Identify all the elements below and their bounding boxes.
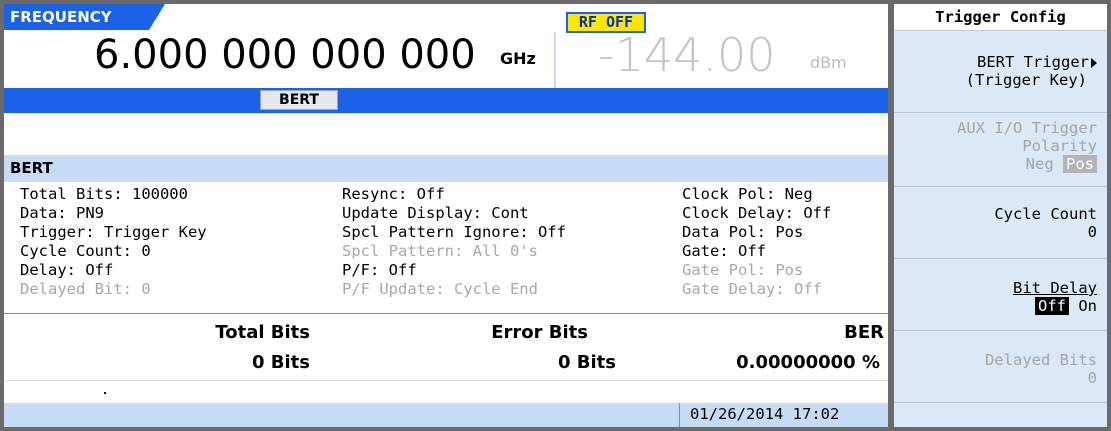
aux-trigger-label-line2: Polarity — [1022, 137, 1097, 155]
softkey-panel: Trigger Config BERT Trigger (Trigger Key… — [894, 4, 1107, 427]
message-area — [4, 113, 888, 155]
timestamp: 01/26/2014 17:02 — [690, 405, 840, 423]
bert-trigger-label: BERT Trigger — [977, 53, 1089, 71]
param-line: Trigger: Trigger Key — [20, 223, 207, 241]
error-bits-value: 0 Bits — [558, 352, 616, 373]
aux-trigger-label-line1: AUX I/O Trigger — [957, 119, 1097, 137]
param-line: Spcl Pattern: All 0's — [342, 242, 538, 260]
instrument-screen: FREQUENCY RF OFF 6.000 000 000 000 GHz -… — [0, 0, 1111, 431]
status-divider — [679, 403, 680, 427]
param-line: Update Display: Cont — [342, 204, 529, 222]
total-bits-value: 0 Bits — [252, 352, 310, 373]
aux-option-neg: Neg — [1025, 155, 1054, 173]
param-line: Data Pol: Pos — [682, 223, 804, 241]
mode-bar — [4, 88, 888, 113]
cycle-count-softkey[interactable]: Cycle Count 0 — [894, 186, 1107, 258]
bottom-divider — [4, 380, 888, 381]
amplitude-divider — [554, 32, 556, 88]
param-line: Clock Pol: Neg — [682, 185, 813, 203]
results-divider — [4, 313, 888, 314]
cursor-dot — [104, 392, 106, 394]
param-line: P/F: Off — [342, 261, 417, 279]
frequency-label: FREQUENCY — [4, 4, 165, 30]
ber-value: 0.00000000 % — [736, 352, 880, 373]
main-display: FREQUENCY RF OFF 6.000 000 000 000 GHz -… — [4, 4, 888, 427]
frequency-unit: GHz — [500, 49, 536, 68]
bit-delay-option-on: On — [1078, 297, 1097, 315]
param-line: P/F Update: Cycle End — [342, 280, 538, 298]
aux-io-trigger-polarity-softkey[interactable]: AUX I/O Trigger Polarity Neg Pos — [894, 112, 1107, 186]
param-line: Gate Delay: Off — [682, 280, 822, 298]
frequency-value[interactable]: 6.000 000 000 000 — [94, 32, 476, 78]
bit-delay-label: Bit Delay — [1013, 279, 1097, 297]
params-column-1: Total Bits: 100000 Data: PN9 Trigger: Trig… — [20, 185, 207, 299]
submenu-arrow-icon — [1091, 57, 1097, 68]
softkey-menu-title: Trigger Config — [894, 4, 1107, 30]
param-line: Gate Pol: Pos — [682, 261, 804, 279]
cycle-count-value: 0 — [1087, 223, 1097, 241]
amplitude-value[interactable]: -144.00 — [598, 28, 776, 82]
param-line: Delayed Bit: 0 — [20, 280, 151, 298]
bit-delay-option-off: Off — [1034, 297, 1069, 315]
total-bits-label: Total Bits — [215, 322, 310, 343]
param-line: Clock Delay: Off — [682, 204, 832, 222]
delayed-bits-softkey[interactable]: Delayed Bits 0 — [894, 330, 1107, 402]
param-line: Data: PN9 — [20, 204, 104, 222]
empty-softkey[interactable] — [894, 402, 1107, 427]
delayed-bits-value: 0 — [1087, 369, 1097, 387]
param-line: Delay: Off — [20, 261, 114, 279]
param-line: Total Bits: 100000 — [20, 185, 188, 203]
params-column-2: Resync: Off Update Display: Cont Spcl Patt… — [342, 185, 566, 299]
param-line: Resync: Off — [342, 185, 445, 203]
ber-label: BER — [844, 322, 884, 343]
param-line: Gate: Off — [682, 242, 766, 260]
param-line: Spcl Pattern Ignore: Off — [342, 223, 566, 241]
mode-tab-bert[interactable]: BERT — [260, 90, 338, 110]
bert-trigger-value: (Trigger Key) — [965, 71, 1087, 89]
error-bits-label: Error Bits — [491, 322, 588, 343]
delayed-bits-label: Delayed Bits — [985, 351, 1097, 369]
bit-delay-softkey[interactable]: Bit Delay Off On — [894, 258, 1107, 330]
aux-option-pos: Pos — [1063, 155, 1097, 173]
param-line: Cycle Count: 0 — [20, 242, 151, 260]
section-title: BERT — [4, 155, 888, 182]
bert-trigger-softkey[interactable]: BERT Trigger (Trigger Key) — [894, 30, 1107, 112]
amplitude-unit: dBm — [810, 53, 847, 72]
cycle-count-label: Cycle Count — [994, 205, 1097, 223]
params-column-3: Clock Pol: Neg Clock Delay: Off Data Pol: … — [682, 185, 831, 299]
